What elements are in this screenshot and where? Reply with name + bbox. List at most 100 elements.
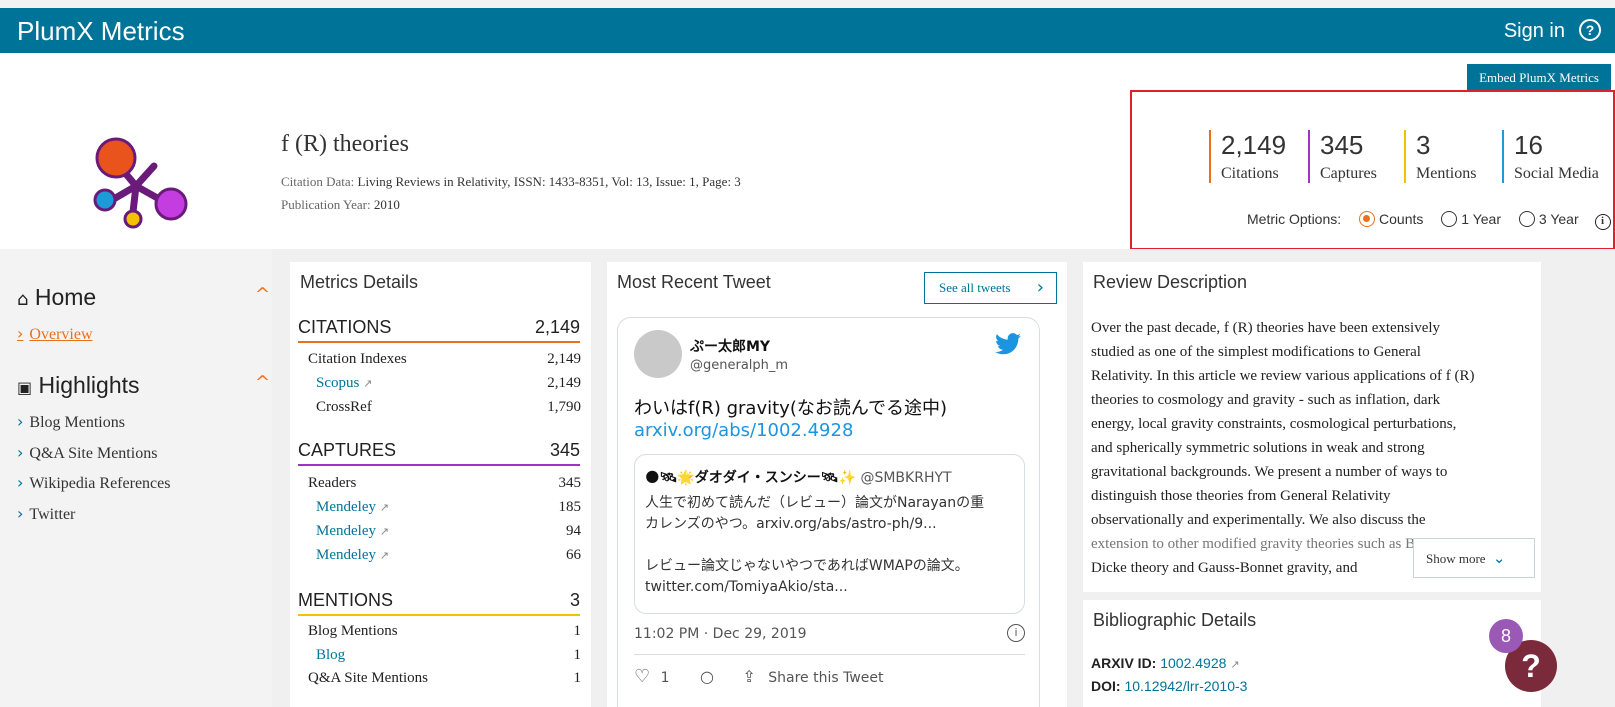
- tweet-handle[interactable]: @generalph_m: [690, 358, 788, 373]
- share-icon[interactable]: ⇪: [742, 667, 755, 686]
- section-captures-label: CAPTURES: [298, 440, 397, 460]
- tweet-username[interactable]: ぷー太郎MY: [690, 336, 770, 356]
- scopus-link[interactable]: Scopus: [316, 375, 359, 391]
- see-all-tweets-button[interactable]: See all tweets ›: [924, 272, 1057, 304]
- twitter-bird-icon[interactable]: [995, 333, 1021, 355]
- row-mendeley[interactable]: Mendeley ↗: [316, 547, 389, 564]
- chevron-right-icon: ›: [17, 443, 24, 462]
- sidebar-home-label: Home: [34, 284, 97, 310]
- like-icon[interactable]: ♡: [634, 666, 650, 687]
- radio-1-year[interactable]: [1441, 211, 1458, 227]
- metric-label: Captures: [1320, 165, 1377, 182]
- quoted-handle: @SMBKRHYT: [860, 470, 952, 486]
- section-citations-label: CITATIONS: [298, 317, 392, 337]
- sidebar-item-qa-site-mentions[interactable]: › Q&A Site Mentions: [17, 443, 157, 463]
- radio-counts-label[interactable]: Counts: [1379, 211, 1423, 227]
- review-line: observationally and experimentally. We a…: [1091, 512, 1426, 528]
- external-link-icon: ↗: [379, 501, 389, 514]
- review-line: energy, local gravity constraints, cosmo…: [1091, 416, 1457, 432]
- row-blog[interactable]: Blog: [316, 647, 345, 664]
- tweet-link[interactable]: arxiv.org/abs/1002.4928: [634, 420, 1034, 441]
- app-header: PlumX Metrics Sign in ?: [0, 8, 1615, 53]
- radio-1-year-label[interactable]: 1 Year: [1461, 211, 1501, 227]
- metric-mentions[interactable]: 3 Mentions: [1404, 130, 1476, 183]
- tweet-timestamp[interactable]: 11:02 PM · Dec 29, 2019: [634, 626, 807, 642]
- mendeley-link[interactable]: Mendeley: [316, 499, 376, 515]
- chevron-right-icon: ›: [17, 504, 24, 523]
- sidebar-overview-label: Overview: [29, 326, 93, 343]
- embedded-tweet[interactable]: ぷー太郎MY @generalph_m わいはf(R) gravity(なお読ん…: [617, 317, 1040, 707]
- sidebar-item-twitter[interactable]: › Twitter: [17, 504, 75, 524]
- row-citation-indexes: Citation Indexes: [308, 351, 407, 367]
- arxiv-link[interactable]: 1002.4928: [1160, 655, 1226, 671]
- row-mendeley[interactable]: Mendeley ↗: [316, 499, 389, 516]
- collapse-highlights-icon[interactable]: ^: [255, 372, 270, 393]
- sidebar-home[interactable]: ⌂ Home: [17, 284, 96, 311]
- radio-counts[interactable]: [1359, 211, 1376, 227]
- quoted-line: 人生で初めて読んだ（レビュー）論文がNarayanの重: [645, 495, 985, 511]
- like-count: 1: [660, 670, 670, 686]
- section-mentions-label: MENTIONS: [298, 590, 394, 610]
- row-value: 2,149: [547, 375, 581, 391]
- row-value: 94: [566, 523, 581, 539]
- review-title: Review Description: [1093, 272, 1248, 292]
- quoted-tweet[interactable]: 🌑🛰🌟ダオダイ・スンシー🛰✨ @SMBKRHYT 人生で初めて読んだ（レビュー）…: [634, 454, 1025, 614]
- metric-captures[interactable]: 345 Captures: [1308, 130, 1377, 183]
- sidebar-item-overview[interactable]: › Overview: [17, 324, 93, 344]
- metric-label: Mentions: [1416, 165, 1477, 182]
- tweet-actions: ♡ 1 ○ ⇪ Share this Tweet: [634, 666, 884, 687]
- metric-options: Metric Options: Counts 1 Year 3 Year i: [1247, 211, 1611, 230]
- quoted-name: 🌑🛰🌟ダオダイ・スンシー🛰✨: [645, 470, 857, 486]
- metric-label: Citations: [1221, 165, 1279, 182]
- sidebar-item-blog-mentions[interactable]: › Blog Mentions: [17, 412, 125, 432]
- help-badge[interactable]: 8: [1489, 619, 1523, 653]
- home-icon: ⌂: [17, 289, 29, 310]
- row-qa-site-mentions: Q&A Site Mentions: [308, 670, 429, 686]
- review-line: Over the past decade, f (R) theories hav…: [1091, 320, 1441, 336]
- collapse-home-icon[interactable]: ^: [255, 284, 270, 305]
- row-value: 66: [566, 547, 581, 563]
- share-label[interactable]: Share this Tweet: [768, 670, 883, 686]
- quoted-line: レビュー論文じゃないやつであればWMAPの論文。: [645, 558, 969, 574]
- review-description-card: Review Description Over the past decade,…: [1083, 262, 1541, 592]
- help-icon[interactable]: ?: [1579, 19, 1601, 41]
- row-value: 1,790: [547, 399, 581, 415]
- reply-icon[interactable]: ○: [700, 667, 714, 686]
- brand-title[interactable]: PlumX Metrics: [17, 16, 185, 47]
- section-citations-value: 2,149: [534, 317, 580, 337]
- chevron-right-icon: ›: [17, 412, 24, 431]
- doi-link[interactable]: 10.12942/lrr-2010-3: [1124, 678, 1247, 694]
- metrics-details-card: Metrics Details CITATIONS 2,149 Citation…: [290, 262, 591, 707]
- metric-value: 16: [1514, 130, 1543, 160]
- show-more-button[interactable]: Show more ⌄: [1413, 538, 1535, 578]
- divider: [634, 654, 1025, 655]
- sidebar-highlights[interactable]: ▣ Highlights: [17, 372, 140, 399]
- radio-3-year[interactable]: [1518, 211, 1535, 227]
- blog-link[interactable]: Blog: [316, 647, 345, 663]
- embed-plumx-button[interactable]: Embed PlumX Metrics: [1467, 64, 1611, 92]
- citation-value: Living Reviews in Relativity, ISSN: 1433…: [357, 174, 741, 189]
- bibliographic-title: Bibliographic Details: [1093, 610, 1257, 630]
- pubyear-label: Publication Year:: [281, 197, 371, 212]
- row-scopus[interactable]: Scopus ↗: [316, 375, 372, 392]
- row-value: 1: [573, 670, 582, 686]
- metric-value: 2,149: [1221, 130, 1287, 160]
- metric-social-media[interactable]: 16 Social Media: [1502, 130, 1599, 183]
- info-icon[interactable]: i: [1007, 624, 1025, 642]
- avatar[interactable]: [634, 330, 682, 378]
- radio-3-year-label[interactable]: 3 Year: [1539, 211, 1579, 227]
- citation-data: Citation Data: Living Reviews in Relativ…: [281, 174, 741, 190]
- doi-label: DOI:: [1091, 678, 1121, 694]
- external-link-icon: ↗: [1230, 658, 1240, 671]
- quoted-line: カレンズのやつ。arxiv.org/abs/astro-ph/9...: [645, 516, 937, 532]
- doi-row: DOI: 10.12942/lrr-2010-3: [1091, 678, 1247, 694]
- sign-in-link[interactable]: Sign in: [1504, 20, 1565, 43]
- mendeley-link[interactable]: Mendeley: [316, 523, 376, 539]
- sidebar-item-wikipedia-references[interactable]: › Wikipedia References: [17, 473, 170, 493]
- row-mendeley[interactable]: Mendeley ↗: [316, 523, 389, 540]
- metric-citations[interactable]: 2,149 Citations: [1209, 130, 1286, 183]
- review-line: and spherically symmetric solutions in w…: [1091, 440, 1425, 456]
- row-blog-mentions: Blog Mentions: [308, 623, 398, 639]
- metric-info-icon[interactable]: i: [1594, 214, 1611, 230]
- mendeley-link[interactable]: Mendeley: [316, 547, 376, 563]
